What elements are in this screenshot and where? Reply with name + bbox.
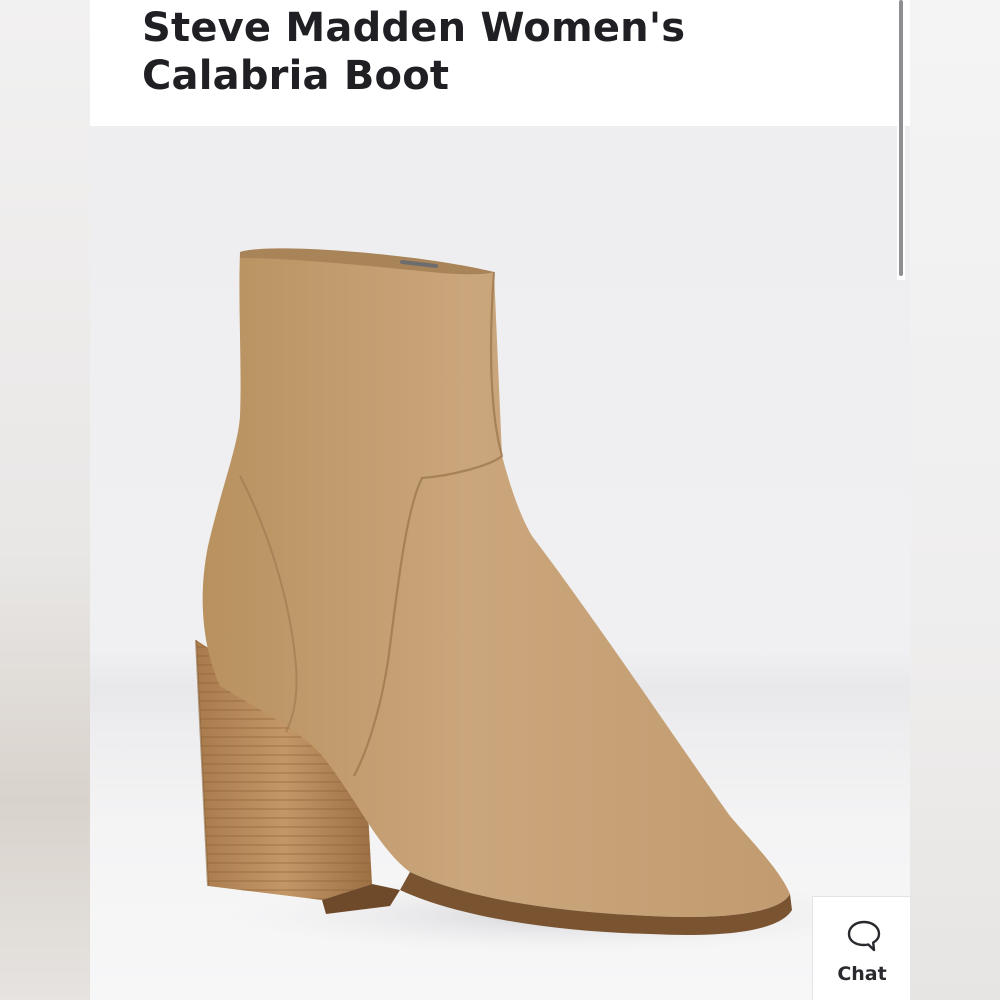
speech-bubble-icon [847,920,881,952]
ankle-boot-icon [195,248,890,954]
blurred-backdrop-left [0,0,90,1000]
scrollbar[interactable] [897,0,905,280]
chat-button[interactable]: Chat [812,896,910,1000]
product-header: Steve Madden Women's Calabria Boot [90,0,910,126]
product-page: Steve Madden Women's Calabria Boot [90,0,910,1000]
blurred-backdrop-right [910,0,1000,1000]
product-title: Steve Madden Women's Calabria Boot [142,5,686,99]
scrollbar-thumb[interactable] [899,0,903,276]
product-image[interactable] [90,126,910,1000]
screenshot-frame: Steve Madden Women's Calabria Boot Chat [0,0,1000,1000]
chat-label: Chat [837,963,887,985]
